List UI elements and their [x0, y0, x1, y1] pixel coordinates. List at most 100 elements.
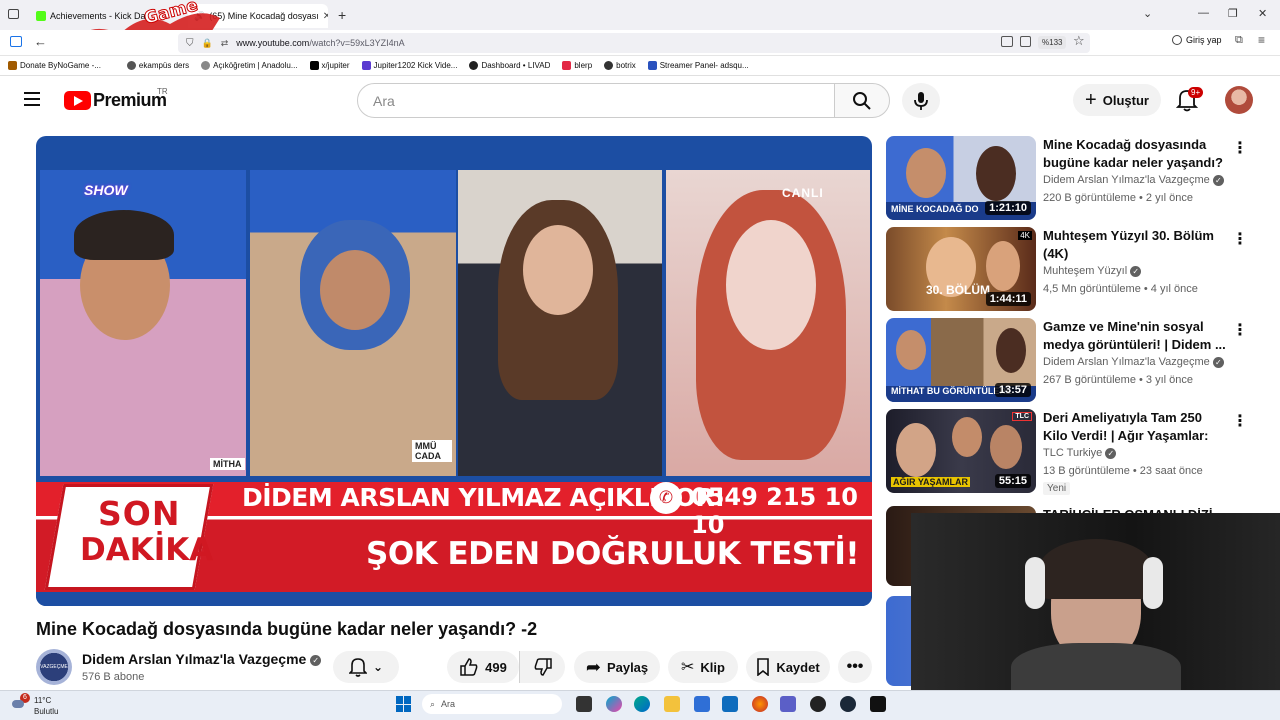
more-vertical-icon[interactable]: ⋮	[1232, 229, 1248, 249]
more-vertical-icon[interactable]: ⋮	[1232, 320, 1248, 340]
recommendation-title[interactable]: Gamze ve Mine'nin sosyal medya görüntüle…	[1043, 318, 1228, 354]
recommendation-channel[interactable]: Didem Arslan Yılmaz'la Vazgeçme ✓	[1043, 356, 1224, 368]
microphone-icon	[914, 91, 928, 110]
close-tab-icon[interactable]: ✕	[323, 11, 328, 22]
tab-list-icon[interactable]	[8, 9, 19, 19]
signin-button[interactable]: Giriş yap	[1172, 35, 1222, 45]
video-thumbnail[interactable]: TLC AĞIR YAŞAMLAR 55:15	[886, 409, 1036, 493]
video-thumbnail[interactable]: MİTHAT BU GÖRÜNTÜLERE 13:57	[886, 318, 1036, 402]
outlook-icon[interactable]	[722, 696, 738, 712]
recommendation-item[interactable]: TLC AĞIR YAŞAMLAR 55:15 Deri Ameliyatıyl…	[886, 409, 1280, 495]
thumbnail-caption: AĞIR YAŞAMLAR	[891, 477, 971, 487]
bookmark-star-icon[interactable]: ☆	[1073, 33, 1085, 49]
bookmark-item[interactable]: blerp	[562, 61, 592, 70]
back-icon[interactable]: ←	[34, 34, 47, 49]
store-icon[interactable]	[694, 696, 710, 712]
minimize-icon[interactable]: —	[1198, 7, 1209, 19]
recommendation-title[interactable]: Mine Kocadağ dosyasında bugüne kadar nel…	[1043, 136, 1228, 172]
bookmark-item[interactable]: ekampüs ders	[126, 61, 189, 70]
menu-icon[interactable]: ≡	[1258, 33, 1265, 47]
more-actions-button[interactable]: •••	[838, 651, 872, 683]
banner-subline: ŞOK EDEN DOĞRULUK TESTİ!	[366, 536, 860, 572]
more-vertical-icon[interactable]: ⋮	[1232, 411, 1248, 431]
recommendation-title[interactable]: Muhteşem Yüzyıl 30. Bölüm (4K)	[1043, 227, 1228, 263]
search-icon: ⌕	[430, 698, 436, 709]
temperature: 11°C	[34, 696, 52, 705]
file-explorer-icon[interactable]	[664, 696, 680, 712]
whatsapp-phone-icon: ✆	[650, 482, 682, 514]
dislike-button[interactable]	[519, 651, 565, 683]
share-button[interactable]: ➦ Paylaş	[574, 651, 660, 683]
channel-avatar[interactable]: VAZGEÇME	[36, 649, 72, 685]
steam-icon[interactable]	[840, 696, 856, 712]
permissions-icon[interactable]: ⇄	[221, 38, 229, 49]
recommendation-title[interactable]: Deri Ameliyatıyla Tam 250 Kilo Verdi! | …	[1043, 409, 1228, 445]
url-text[interactable]: www.youtube.com/watch?v=59xL3YZI4nA	[236, 38, 404, 48]
tab-overflow-icon[interactable]: ⌄	[1143, 7, 1152, 20]
more-vertical-icon[interactable]: ⋮	[1232, 138, 1248, 158]
firefox-icon[interactable]	[752, 696, 768, 712]
video-player[interactable]: MİTHA MMÜ CADA SHOW CANLI SON DAKİKA DİD…	[36, 136, 872, 606]
tlc-logo: TLC	[1012, 412, 1032, 421]
user-avatar[interactable]	[1225, 86, 1253, 114]
channel-name[interactable]: Didem Arslan Yılmaz'la Vazgeçme ✓	[82, 651, 322, 667]
sidebar-toggle-icon[interactable]	[10, 36, 22, 47]
url-path: /watch?v=59xL3YZI4nA	[309, 38, 405, 48]
epic-games-icon[interactable]	[870, 696, 886, 712]
bookmark-item[interactable]: Açıköğretim | Anadolu...	[201, 61, 298, 70]
zoom-level-badge[interactable]: %133	[1038, 36, 1067, 49]
video-thumbnail[interactable]: MİNE KOCADAĞ DO 1:21:10	[886, 136, 1036, 220]
bookmark-item[interactable]: Jupiter1202 Kick Vide...	[361, 61, 457, 70]
new-tab-icon[interactable]: +	[338, 7, 346, 23]
chevron-down-icon: ⌄	[372, 660, 384, 674]
copilot-icon[interactable]	[606, 696, 622, 712]
bookmark-item[interactable]: Streamer Panel- adsqu...	[647, 61, 749, 70]
recommendation-item[interactable]: MİNE KOCADAĞ DO 1:21:10 Mine Kocadağ dos…	[886, 136, 1280, 220]
video-thumbnail[interactable]: 30. BÖLÜM 4K 1:44:11	[886, 227, 1036, 311]
live-label: CANLI	[782, 186, 824, 200]
bookmark-favicon-icon	[647, 61, 657, 70]
edge-icon[interactable]	[634, 696, 650, 712]
extensions-icon[interactable]: ⧉	[1235, 34, 1243, 47]
voice-search-button[interactable]	[902, 83, 940, 118]
recommendation-channel[interactable]: TLC Turkiye ✓	[1043, 447, 1117, 459]
recommendation-channel[interactable]: Muhteşem Yüzyıl ✓	[1043, 265, 1142, 277]
recommendation-channel[interactable]: Didem Arslan Yılmaz'la Vazgeçme ✓	[1043, 174, 1224, 186]
task-view-icon[interactable]	[576, 696, 592, 712]
recommendation-item[interactable]: 30. BÖLÜM 4K 1:44:11 Muhteşem Yüzyıl 30.…	[886, 227, 1280, 311]
recommendation-item[interactable]: MİTHAT BU GÖRÜNTÜLERE 13:57 Gamze ve Min…	[886, 318, 1280, 402]
clip-label: Klip	[700, 659, 725, 675]
teams-icon[interactable]	[780, 696, 796, 712]
download-page-icon[interactable]	[1020, 36, 1031, 47]
taskbar-search[interactable]: ⌕ Ara	[422, 694, 562, 714]
search-button[interactable]	[834, 83, 890, 118]
bookmark-favicon-icon	[604, 61, 614, 70]
bookmark-item[interactable]: x/jupiter	[309, 61, 350, 70]
bookmark-item[interactable]: botrix	[604, 61, 636, 70]
like-count: 499	[485, 659, 507, 675]
screenshot-icon[interactable]	[1001, 36, 1013, 47]
globe-icon	[201, 61, 211, 70]
bookmark-item[interactable]: Dashboard • LIVAD	[469, 61, 550, 70]
start-button[interactable]	[396, 696, 412, 712]
bookmark-favicon-icon	[469, 61, 479, 70]
save-button[interactable]: Kaydet	[746, 651, 830, 683]
app-icon[interactable]	[810, 696, 826, 712]
close-window-icon[interactable]: ✕	[1258, 7, 1267, 20]
like-button[interactable]: 499	[447, 651, 519, 683]
subscription-notification-button[interactable]: ⌄	[333, 651, 399, 683]
thumbnail-caption: MİTHAT BU GÖRÜNTÜLERE	[891, 386, 1012, 396]
create-button[interactable]: + Oluştur	[1073, 84, 1161, 116]
bookmark-item[interactable]: Donate ByNoGame -...	[8, 61, 101, 70]
guide-menu-icon[interactable]	[24, 92, 40, 106]
logo-text[interactable]: Premium	[93, 90, 167, 111]
shield-icon[interactable]: ⛉	[186, 38, 194, 49]
search-input[interactable]: Ara	[357, 83, 835, 118]
address-bar[interactable]: ⛉ 🔒 ⇄ www.youtube.com/watch?v=59xL3YZI4n…	[178, 33, 1090, 53]
clip-button[interactable]: ✂ Klip	[668, 651, 738, 683]
account-icon	[1172, 35, 1182, 45]
restore-icon[interactable]: ❐	[1228, 7, 1238, 20]
lock-icon[interactable]: 🔒	[202, 38, 213, 49]
show-tv-logo: SHOW	[84, 182, 128, 198]
notification-count-badge: 9+	[1188, 87, 1204, 98]
